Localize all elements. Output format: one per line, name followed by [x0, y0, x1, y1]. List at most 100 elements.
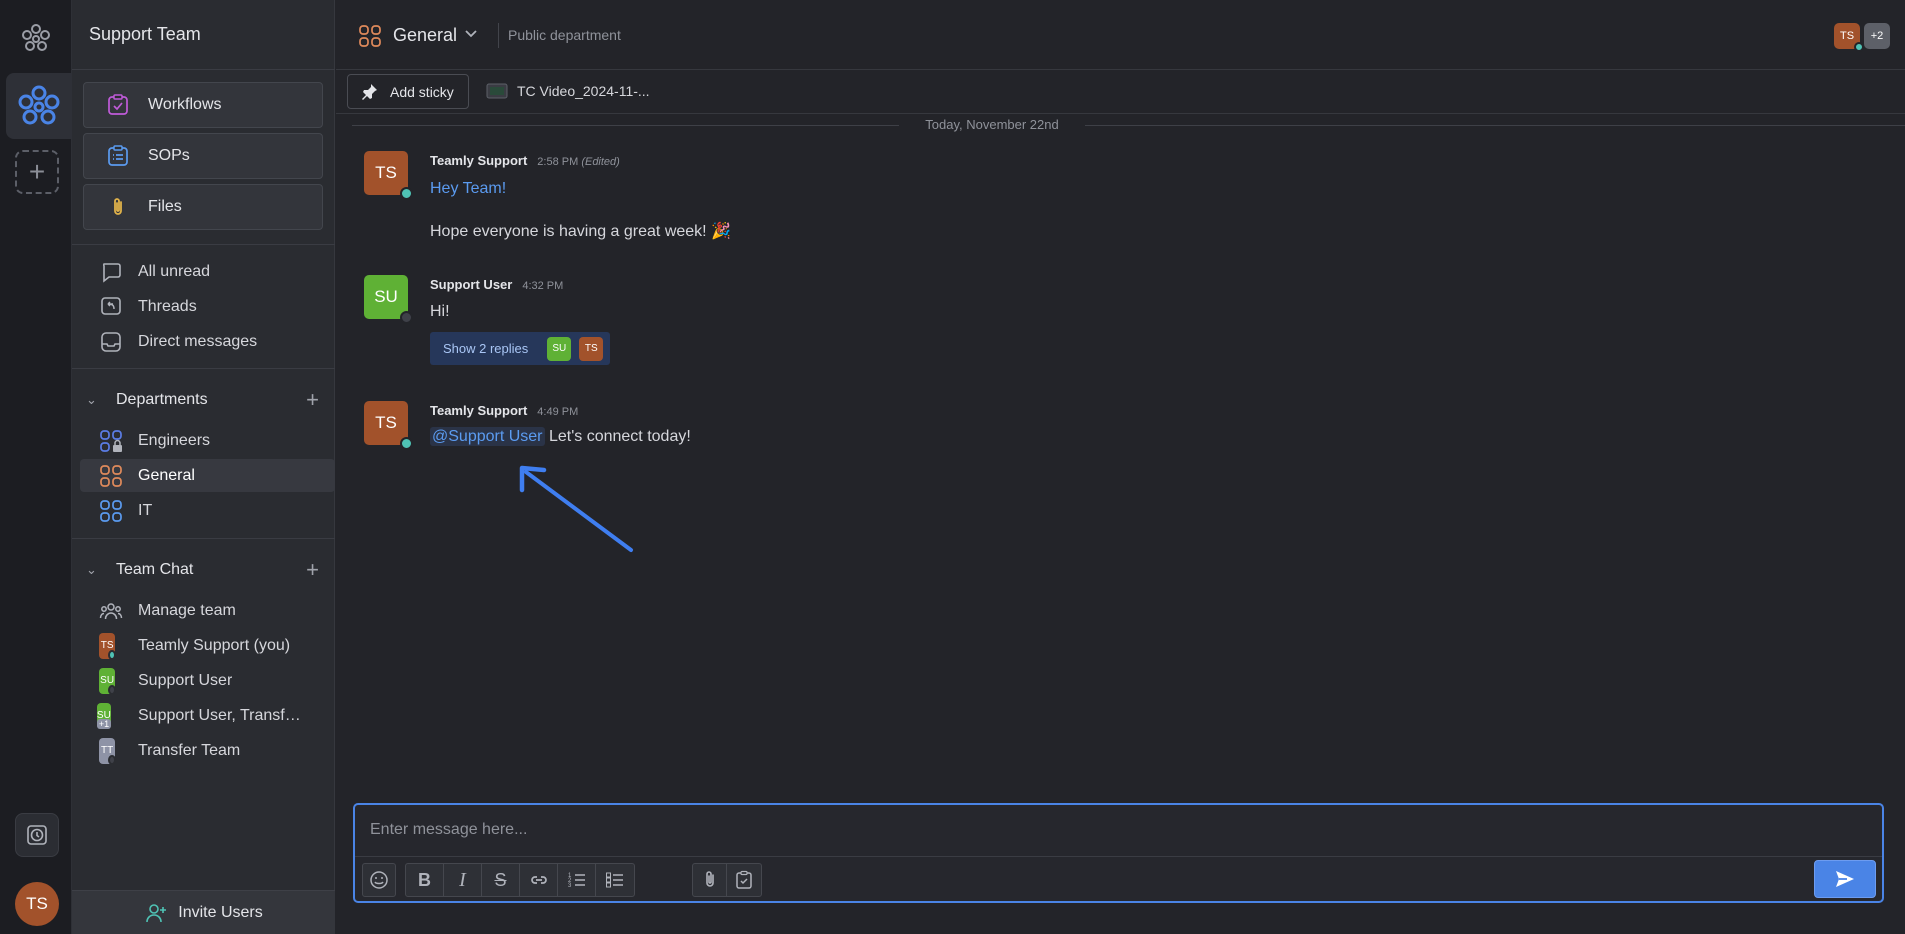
chat-teamly-support[interactable]: TS Teamly Support (you) [83, 629, 323, 662]
offline-status-icon [108, 684, 116, 695]
nav-all-unread[interactable]: All unread [83, 255, 323, 288]
team-chat-header[interactable]: ⌄ Team Chat + [72, 555, 335, 585]
department-it[interactable]: IT [83, 494, 323, 527]
add-department-icon[interactable]: + [306, 387, 319, 413]
user-avatar[interactable]: TS [15, 882, 59, 926]
more-members-badge[interactable]: +2 [1864, 23, 1890, 49]
channel-name[interactable]: General [393, 25, 457, 46]
divider [72, 538, 335, 539]
paperclip-icon [705, 871, 714, 887]
app-window: + TS Support Team Workflows SOPs Files A… [0, 0, 1905, 934]
threads-icon [101, 296, 121, 315]
message-input[interactable]: Enter message here... [370, 821, 527, 839]
offline-status-icon [108, 754, 116, 765]
history-button[interactable] [15, 813, 59, 857]
send-icon [1836, 871, 1854, 887]
user-mention[interactable]: @Support User [430, 427, 545, 446]
italic-icon: I [459, 868, 466, 891]
show-replies-button[interactable]: Show 2 replies SU TS [430, 332, 610, 365]
department-engineers[interactable]: Engineers [83, 424, 323, 457]
nav-direct-messages[interactable]: Direct messages [83, 325, 323, 358]
bold-button[interactable]: B [406, 864, 444, 896]
file-attachment-chip[interactable]: TC Video_2024-11-... [486, 82, 650, 100]
files-button[interactable]: Files [83, 184, 323, 230]
attach-toolbar [692, 863, 762, 897]
reply-avatar: TS [579, 336, 604, 361]
invite-users-button[interactable]: Invite Users [72, 890, 335, 934]
workflows-button[interactable]: Workflows [83, 82, 323, 128]
message-author[interactable]: Support User [430, 277, 512, 292]
message-avatar[interactable]: TS [364, 401, 413, 450]
message-time: 4:32 PM [522, 280, 564, 292]
paperclip-icon [114, 198, 122, 215]
format-toolbar: B I S 123 [405, 863, 635, 897]
chevron-down-icon[interactable] [464, 27, 478, 41]
bold-icon: B [418, 869, 431, 890]
workspace-logo-icon [18, 85, 60, 125]
chat-label: Manage team [138, 601, 236, 619]
nav-label: Threads [138, 297, 197, 315]
departments-header[interactable]: ⌄ Departments + [72, 385, 335, 415]
channel-subtitle: Public department [508, 27, 621, 43]
chat-label: Support User, Transfer Team [138, 706, 308, 724]
strikethrough-button[interactable]: S [482, 864, 520, 896]
avatar-initials: TS [375, 163, 397, 182]
add-chat-icon[interactable]: + [306, 557, 319, 583]
plus-icon: + [28, 156, 46, 187]
message-author[interactable]: Teamly Support [430, 153, 527, 168]
checklist-button[interactable] [596, 864, 634, 896]
chat-support-user[interactable]: SU Support User [83, 664, 323, 697]
avatar-initials: TS [375, 413, 397, 432]
pin-icon [362, 83, 377, 100]
files-label: Files [148, 198, 182, 215]
video-file-icon [486, 83, 508, 99]
add-task-button[interactable] [727, 864, 761, 896]
nav-label: Direct messages [138, 332, 258, 350]
channel-view: General Public department TS +2 Add stic… [336, 0, 1905, 934]
department-general[interactable]: General [80, 459, 335, 492]
member-count-badge: +1 [96, 718, 112, 729]
chat-label: Transfer Team [138, 741, 241, 759]
message-header: Teamly Support 4:49 PM [430, 403, 578, 418]
emoji-button[interactable] [362, 863, 396, 897]
online-status-icon [1854, 42, 1864, 52]
app-logo-icon[interactable] [20, 22, 52, 54]
chat-label: Support User [138, 671, 233, 689]
date-divider: Today, November 22nd [352, 116, 1905, 134]
add-workspace-button[interactable]: + [15, 150, 59, 194]
send-button[interactable] [1814, 860, 1876, 898]
chat-transfer-team[interactable]: TT Transfer Team [83, 734, 323, 767]
attach-file-button[interactable] [693, 864, 727, 896]
divider [72, 69, 335, 70]
online-status-icon [400, 187, 413, 200]
italic-button[interactable]: I [444, 864, 482, 896]
message-composer: Enter message here... B I S 123 [353, 803, 1884, 903]
nav-threads[interactable]: Threads [83, 290, 323, 323]
clipboard-list-icon [108, 145, 128, 166]
message-text: Hi! [430, 303, 450, 320]
link-button[interactable] [520, 864, 558, 896]
message-time: 4:49 PM [537, 406, 579, 418]
workflows-label: Workflows [148, 96, 222, 113]
add-sticky-label: Add sticky [390, 83, 454, 100]
workflow-icon [108, 94, 128, 115]
nav-label: All unread [138, 262, 211, 280]
message-author[interactable]: Teamly Support [430, 403, 527, 418]
edited-label: (Edited) [581, 156, 620, 168]
ordered-list-button[interactable]: 123 [558, 864, 596, 896]
add-sticky-button[interactable]: Add sticky [347, 74, 469, 109]
manage-team[interactable]: Manage team [83, 594, 323, 627]
message-avatar[interactable]: TS [364, 151, 413, 200]
chat-group-support-transfer[interactable]: SU+1 Support User, Transfer Team [83, 699, 323, 732]
department-icon [359, 25, 381, 47]
message-avatar[interactable]: SU [364, 275, 413, 324]
message-header: Teamly Support 2:58 PM (Edited) [430, 153, 620, 168]
sops-button[interactable]: SOPs [83, 133, 323, 179]
chevron-down-icon: ⌄ [86, 562, 97, 577]
team-title: Support Team [89, 24, 201, 44]
message-body: Let's connect today! [548, 428, 691, 445]
divider [498, 23, 499, 48]
online-status-icon [108, 649, 116, 660]
workspace-support-team[interactable] [6, 73, 72, 139]
department-icon [100, 464, 122, 487]
